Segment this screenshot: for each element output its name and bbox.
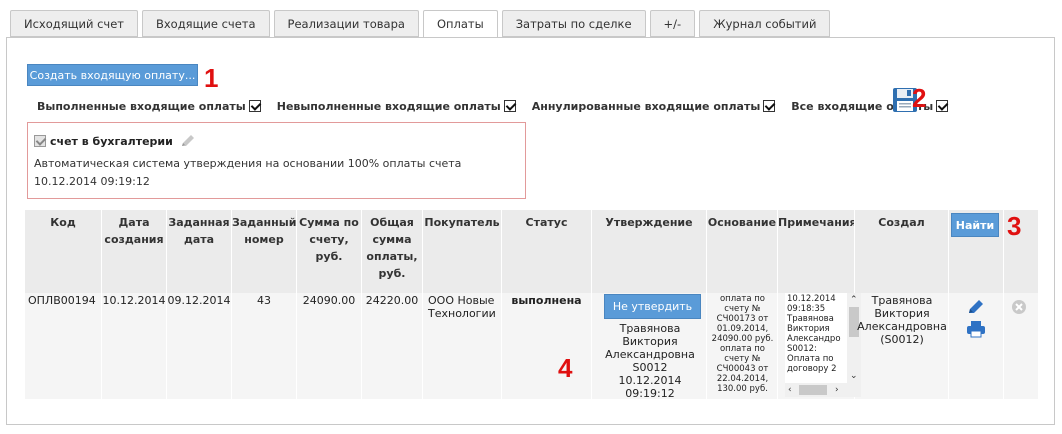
cell-code[interactable]: ОПЛВ00194: [28, 294, 100, 307]
annotation-3: 3: [1007, 211, 1022, 241]
pencil-icon[interactable]: [179, 133, 197, 149]
filter-completed-label: Выполненные входящие оплаты: [37, 99, 246, 113]
payments-panel: Создать входящую оплату... 1 Выполненные…: [6, 37, 1055, 425]
accounting-box: счет в бухгалтерии Автоматическая систем…: [27, 122, 526, 199]
filter-cancelled: Аннулированные входящие оплаты: [532, 100, 776, 113]
notes-box[interactable]: 10.12.2014 09:18:35 Травянова Виктория А…: [785, 293, 861, 397]
tab-deal-costs[interactable]: Затраты по сделке: [501, 10, 646, 37]
tab-bar: Исходящий счет Входящие счета Реализации…: [10, 10, 834, 38]
header-created-date: Дата создания: [102, 210, 166, 293]
print-icon[interactable]: [966, 320, 986, 338]
tab-payments[interactable]: Оплаты: [422, 10, 498, 38]
filter-uncompleted-checkbox[interactable]: [503, 100, 516, 112]
column-divider: [777, 210, 778, 399]
cell-created-date: 10.12.2014: [102, 294, 166, 307]
scroll-down-icon[interactable]: ⌄: [850, 371, 858, 381]
create-incoming-payment-button[interactable]: Создать входящую оплату...: [27, 64, 198, 86]
delete-icon[interactable]: [1011, 299, 1027, 315]
cell-author: Травянова Виктория Александровна (S0012): [857, 294, 947, 346]
header-set-date: Заданная дата: [167, 210, 231, 293]
find-button[interactable]: Найти: [951, 213, 999, 237]
annotation-4: 4: [558, 353, 573, 383]
header-invoice-sum: Сумма по счету, руб.: [297, 210, 361, 293]
tab-plus-minus[interactable]: +/-: [649, 10, 696, 37]
filter-uncompleted: Невыполненные входящие оплаты: [277, 100, 516, 113]
cell-approval-text: Травянова Виктория Александровна S0012 1…: [605, 322, 695, 400]
filter-cancelled-checkbox[interactable]: [763, 100, 776, 112]
header-code: Код: [25, 210, 101, 293]
filter-completed-checkbox[interactable]: [248, 100, 261, 112]
accounting-checkbox: [34, 135, 46, 147]
disapprove-button[interactable]: Не утвердить: [604, 294, 701, 319]
scroll-right-icon[interactable]: ›: [835, 385, 839, 395]
header-total-paid: Общая сумма оплаты, руб.: [362, 210, 422, 293]
scroll-left-icon[interactable]: ‹: [788, 385, 792, 395]
edit-icon[interactable]: [967, 299, 985, 315]
cell-notes: 10.12.2014 09:18:35 Травянова Виктория А…: [787, 294, 841, 374]
header-approval: Утверждение: [592, 210, 706, 293]
notes-horizontal-scrollbar[interactable]: ‹ ›: [785, 383, 861, 397]
filter-cancelled-label: Аннулированные входящие оплаты: [531, 99, 761, 113]
filter-uncompleted-label: Невыполненные входящие оплаты: [276, 99, 501, 113]
filter-all-checkbox[interactable]: [936, 100, 949, 112]
annotation-2: 2: [912, 83, 927, 113]
header-author: Создал: [855, 210, 948, 293]
tab-incoming-invoices[interactable]: Входящие счета: [141, 10, 270, 37]
cell-buyer: ООО Новые Технологии: [428, 294, 496, 320]
accounting-description: Автоматическая система утверждения на ос…: [34, 157, 462, 188]
tab-event-log[interactable]: Журнал событий: [699, 10, 831, 37]
column-divider: [422, 210, 423, 399]
payment-filters: Выполненные входящие оплаты Невыполненны…: [37, 98, 964, 114]
notes-hscroll-thumb[interactable]: [799, 385, 827, 395]
tab-outgoing-invoice[interactable]: Исходящий счет: [10, 10, 138, 37]
tab-goods-sales[interactable]: Реализации товара: [273, 10, 419, 37]
cell-set-date: 09.12.2014: [167, 294, 231, 307]
payments-table: Код Дата создания Заданная дата Заданный…: [25, 210, 1038, 400]
cell-invoice-sum: 24090.00: [302, 294, 356, 307]
filter-completed: Выполненные входящие оплаты: [37, 100, 261, 113]
cell-basis: оплата по счету № СЧ00173 от 01.09.2014,…: [711, 294, 774, 394]
header-set-number: Заданный номер: [232, 210, 296, 293]
cell-total-paid: 24220.00: [365, 294, 419, 307]
column-divider: [948, 210, 949, 399]
accounting-label: счет в бухгалтерии: [50, 134, 173, 148]
annotation-1: 1: [204, 63, 219, 93]
header-status: Статус: [502, 210, 591, 293]
column-divider: [706, 210, 707, 399]
cell-status: выполнена: [511, 294, 582, 307]
column-divider: [1003, 210, 1004, 399]
header-notes: Примечания: [778, 210, 857, 293]
header-basis: Основание: [707, 210, 777, 293]
column-divider: [591, 210, 592, 399]
cell-set-number: 43: [257, 294, 271, 307]
header-buyer: Покупатель: [423, 210, 501, 293]
accounting-row: счет в бухгалтерии: [34, 133, 519, 149]
